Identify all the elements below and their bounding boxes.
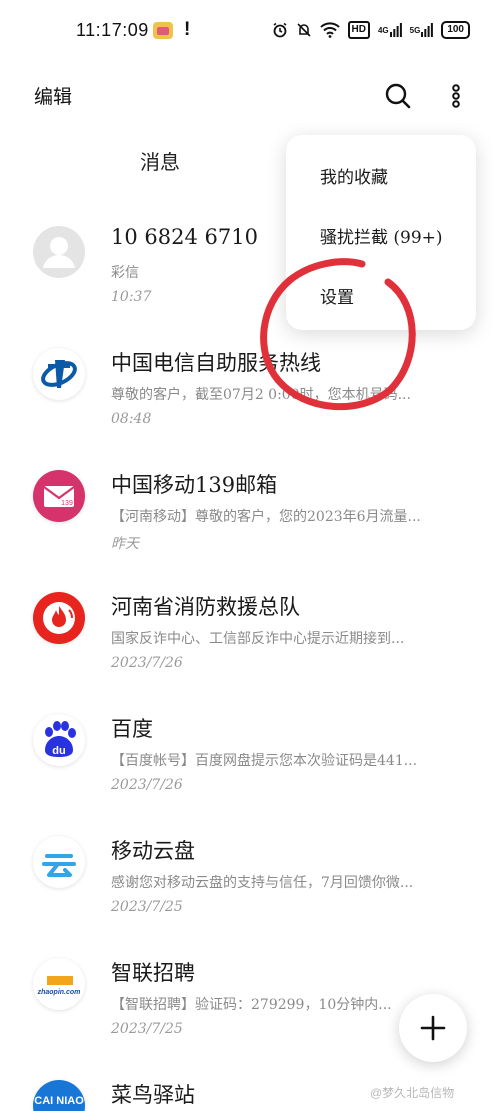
mute-icon [296, 21, 312, 39]
status-time: 11:17:09 [76, 20, 149, 40]
status-icons: HD 4G 5G 100 [272, 21, 470, 39]
conversation-time: 2023/7/26 [111, 655, 183, 671]
person-icon [33, 226, 85, 278]
cloud-drive-logo [33, 836, 85, 888]
svg-text:CAI NIAO: CAI NIAO [34, 1095, 84, 1107]
signal-5g-icon: 5G [410, 21, 434, 39]
conversation-title: 中国移动139邮箱 [111, 473, 278, 497]
new-message-button[interactable] [399, 994, 467, 1062]
status-bar: 11:17:09 ! HD 4G 5G 100 [0, 0, 500, 62]
baidu-logo: du [33, 714, 85, 766]
more-options-icon[interactable] [446, 82, 466, 110]
conversation-time: 08:48 [111, 411, 152, 427]
edit-button[interactable]: 编辑 [34, 82, 72, 109]
conversation-title: 中国电信自助服务热线 [111, 351, 321, 375]
conversation-title: 河南省消防救援总队 [111, 595, 300, 619]
menu-item-spam-block[interactable]: 骚扰拦截 (99+) [320, 223, 443, 248]
conversation-item[interactable]: 河南省消防救援总队 国家反诈中心、工信部反诈中心提示近期接到... 2023/7… [0, 580, 500, 702]
conversation-title: 移动云盘 [111, 839, 195, 863]
conversation-time: 昨天 [111, 536, 139, 552]
menu-item-favorites[interactable]: 我的收藏 [320, 163, 388, 188]
watermark: @梦久北岛信物 [370, 1086, 455, 1100]
conversation-preview: 国家反诈中心、工信部反诈中心提示近期接到... [111, 631, 405, 647]
conversation-preview: 尊敬的客户，截至07月2 0:00时，您本机号码... [111, 387, 411, 403]
svg-text:139: 139 [61, 500, 73, 507]
conversation-title: 10 6824 6710 [111, 225, 258, 249]
signal-4g-icon: 4G [378, 21, 402, 39]
conversation-time: 2023/7/25 [111, 1021, 183, 1037]
search-icon[interactable] [384, 82, 412, 110]
alert-icon: ! [184, 19, 191, 40]
zhaopin-logo: zhaopin.com [33, 958, 85, 1010]
battery-icon: 100 [441, 21, 470, 39]
mail-139-logo: 139 [33, 470, 85, 522]
conversation-item[interactable]: 中国电信自助服务热线 尊敬的客户，截至07月2 0:00时，您本机号码... 0… [0, 336, 500, 458]
conversation-preview: 【百度帐号】百度网盘提示您本次验证码是441... [111, 753, 418, 769]
china-telecom-logo [33, 348, 85, 400]
wifi-icon [319, 21, 340, 39]
hd-icon: HD [347, 21, 370, 39]
menu-item-settings[interactable]: 设置 [320, 283, 354, 308]
conversation-item[interactable]: 139 中国移动139邮箱 【河南移动】尊敬的客户，您的2023年6月流量...… [0, 458, 500, 580]
conversation-time: 2023/7/25 [111, 899, 183, 915]
conversation-item[interactable]: 移动云盘 感谢您对移动云盘的支持与信任，7月回馈你微... 2023/7/25 [0, 824, 500, 946]
conversation-title: 智联招聘 [111, 961, 195, 985]
overflow-menu: 我的收藏 骚扰拦截 (99+) 设置 [286, 135, 476, 330]
alarm-icon [272, 21, 288, 39]
plus-icon [420, 1015, 446, 1041]
svg-text:du: du [52, 745, 65, 757]
app-notification-icon [153, 22, 173, 39]
conversation-preview: 【河南移动】尊敬的客户，您的2023年6月流量... [111, 509, 421, 525]
conversation-time: 10:37 [111, 289, 152, 305]
section-title: 消息 [140, 150, 180, 174]
conversation-item[interactable]: du 百度 【百度帐号】百度网盘提示您本次验证码是441... 2023/7/2… [0, 702, 500, 824]
conversation-title: 菜鸟驿站 [111, 1083, 195, 1107]
conversation-title: 百度 [111, 717, 153, 741]
fire-rescue-logo [33, 592, 85, 644]
cainiao-logo: CAI NIAO [33, 1080, 85, 1111]
conversation-preview: 感谢您对移动云盘的支持与信任，7月回馈你微... [111, 875, 414, 891]
conversation-time: 2023/7/26 [111, 777, 183, 793]
svg-text:zhaopin.com: zhaopin.com [37, 989, 81, 996]
